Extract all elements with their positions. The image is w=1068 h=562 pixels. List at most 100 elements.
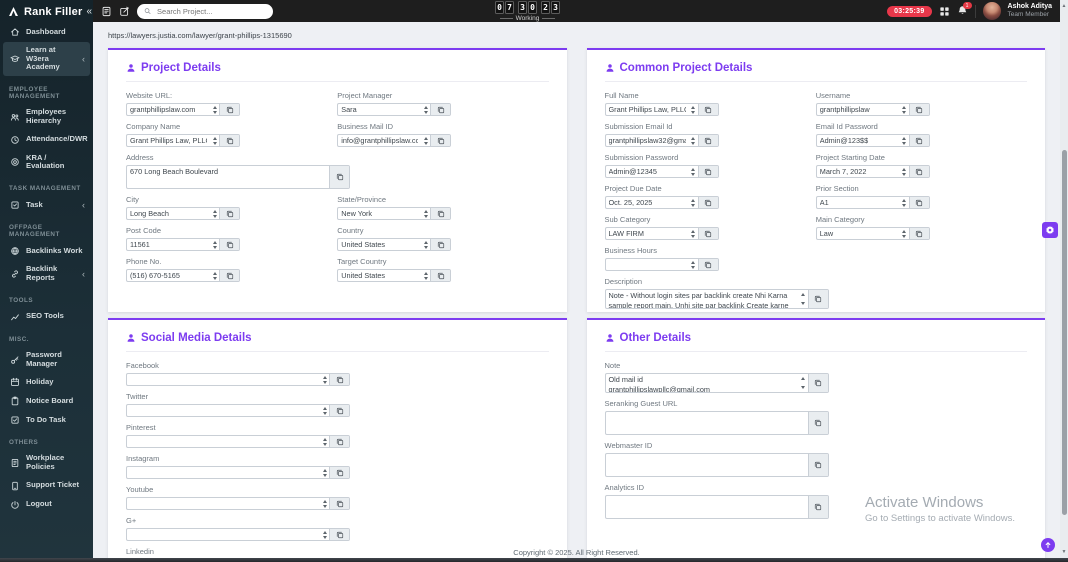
number-spinner[interactable] bbox=[320, 436, 329, 447]
scrollbar-thumb[interactable] bbox=[1061, 150, 1067, 515]
copy-button[interactable] bbox=[908, 104, 929, 115]
copy-button[interactable] bbox=[697, 197, 718, 208]
input-youtube[interactable] bbox=[127, 498, 320, 509]
input-state-province[interactable] bbox=[338, 208, 422, 219]
number-spinner[interactable] bbox=[210, 208, 219, 219]
number-spinner[interactable] bbox=[210, 104, 219, 115]
settings-gear-button[interactable] bbox=[1042, 222, 1058, 238]
copy-button[interactable] bbox=[329, 498, 349, 509]
input-project-starting-date[interactable] bbox=[816, 166, 900, 177]
copy-button[interactable] bbox=[219, 135, 239, 146]
number-spinner[interactable] bbox=[210, 270, 219, 281]
sidebar-item-kra-evaluation[interactable]: KRA / Evaluation bbox=[3, 150, 90, 175]
input-country[interactable] bbox=[338, 239, 422, 250]
sidebar-item-support-ticket[interactable]: Support Ticket bbox=[3, 477, 90, 495]
sidebar-item-notice-board[interactable]: Notice Board bbox=[3, 392, 90, 410]
copy-button[interactable] bbox=[329, 405, 349, 416]
input-project-due-date[interactable] bbox=[605, 197, 689, 208]
input-target-country[interactable] bbox=[338, 270, 422, 281]
copy-button[interactable] bbox=[430, 208, 451, 219]
input-post-code[interactable] bbox=[127, 239, 210, 250]
input-phone-no[interactable] bbox=[127, 270, 210, 281]
vertical-scrollbar[interactable]: ▲ ▼ bbox=[1060, 0, 1068, 562]
sidebar-item-backlink-reports[interactable]: Backlink Reports ‹ bbox=[3, 261, 90, 286]
number-spinner[interactable] bbox=[689, 228, 698, 239]
number-spinner[interactable] bbox=[799, 374, 808, 392]
copy-button[interactable] bbox=[908, 228, 929, 239]
copy-button[interactable] bbox=[430, 270, 451, 281]
sidebar-item-learn-at-w3era-academy[interactable]: Learn at W3era Academy ‹ bbox=[3, 42, 90, 77]
input-instagram[interactable] bbox=[127, 467, 320, 478]
input-seranking-guest-url[interactable] bbox=[605, 412, 808, 434]
input-username[interactable] bbox=[816, 104, 900, 115]
copy-button[interactable] bbox=[697, 259, 718, 270]
input-note[interactable] bbox=[605, 374, 799, 392]
number-spinner[interactable] bbox=[210, 239, 219, 250]
sidebar-item-backlinks-work[interactable]: Backlinks Work bbox=[3, 242, 90, 260]
input-prior-section[interactable] bbox=[816, 197, 900, 208]
scrollbar-up-arrow-icon[interactable]: ▲ bbox=[1060, 2, 1068, 10]
sidebar-item-to-do-task[interactable]: To Do Task bbox=[3, 411, 90, 429]
input-full-name[interactable] bbox=[605, 104, 689, 115]
notification-bell-icon[interactable]: 1 bbox=[957, 2, 972, 17]
input-address[interactable] bbox=[127, 166, 329, 188]
input-g[interactable] bbox=[127, 529, 320, 540]
number-spinner[interactable] bbox=[900, 104, 909, 115]
number-spinner[interactable] bbox=[320, 529, 329, 540]
copy-button[interactable] bbox=[697, 228, 718, 239]
copy-button[interactable] bbox=[697, 135, 718, 146]
sidebar-item-dashboard[interactable]: Dashboard bbox=[3, 23, 90, 41]
user-block[interactable]: Ashok Aditya Team Member bbox=[1008, 3, 1052, 20]
compose-icon[interactable] bbox=[119, 6, 130, 17]
sidebar-item-holiday[interactable]: Holiday bbox=[3, 373, 90, 391]
number-spinner[interactable] bbox=[320, 498, 329, 509]
copy-button[interactable] bbox=[329, 529, 349, 540]
copy-button[interactable] bbox=[329, 436, 349, 447]
scroll-to-top-button[interactable] bbox=[1041, 538, 1055, 552]
number-spinner[interactable] bbox=[689, 197, 698, 208]
copy-button[interactable] bbox=[807, 374, 828, 392]
number-spinner[interactable] bbox=[421, 270, 430, 281]
input-city[interactable] bbox=[127, 208, 210, 219]
time-badge[interactable]: 03:25:39 bbox=[887, 5, 932, 17]
number-spinner[interactable] bbox=[689, 135, 698, 146]
input-pinterest[interactable] bbox=[127, 436, 320, 447]
user-avatar[interactable] bbox=[982, 2, 1001, 20]
copy-button[interactable] bbox=[329, 467, 349, 478]
input-email-id-password[interactable] bbox=[816, 135, 900, 146]
number-spinner[interactable] bbox=[799, 290, 808, 308]
sidebar-collapse-icon[interactable]: « bbox=[86, 6, 92, 17]
search-input[interactable] bbox=[155, 5, 266, 17]
input-webmaster-id[interactable] bbox=[605, 454, 808, 476]
number-spinner[interactable] bbox=[900, 166, 909, 177]
copy-button[interactable] bbox=[807, 412, 828, 434]
number-spinner[interactable] bbox=[689, 259, 698, 270]
sidebar-item-seo-tools[interactable]: SEO Tools bbox=[3, 308, 90, 326]
copy-button[interactable] bbox=[807, 496, 828, 518]
copy-button[interactable] bbox=[908, 166, 929, 177]
input-project-manager[interactable] bbox=[338, 104, 422, 115]
input-sub-category[interactable] bbox=[605, 228, 689, 239]
number-spinner[interactable] bbox=[689, 166, 698, 177]
copy-button[interactable] bbox=[329, 166, 349, 188]
input-main-category[interactable] bbox=[816, 228, 900, 239]
number-spinner[interactable] bbox=[421, 104, 430, 115]
sidebar-item-logout[interactable]: Logout bbox=[3, 496, 90, 514]
sidebar-item-workplace-policies[interactable]: Workplace Policies bbox=[3, 450, 90, 475]
sidebar-item-attendance-dwr[interactable]: Attendance/DWR bbox=[3, 131, 90, 149]
number-spinner[interactable] bbox=[900, 135, 909, 146]
copy-button[interactable] bbox=[697, 166, 718, 177]
input-website-url[interactable] bbox=[127, 104, 210, 115]
copy-button[interactable] bbox=[807, 454, 828, 476]
number-spinner[interactable] bbox=[320, 374, 329, 385]
number-spinner[interactable] bbox=[421, 239, 430, 250]
journal-icon[interactable] bbox=[101, 6, 112, 17]
number-spinner[interactable] bbox=[210, 135, 219, 146]
input-submission-password[interactable] bbox=[605, 166, 689, 177]
scrollbar-down-arrow-icon[interactable]: ▼ bbox=[1060, 548, 1068, 556]
number-spinner[interactable] bbox=[689, 104, 698, 115]
input-company-name[interactable] bbox=[127, 135, 210, 146]
number-spinner[interactable] bbox=[421, 135, 430, 146]
sidebar-item-employees-hierarchy[interactable]: Employees Hierarchy bbox=[3, 104, 90, 129]
copy-button[interactable] bbox=[219, 239, 239, 250]
